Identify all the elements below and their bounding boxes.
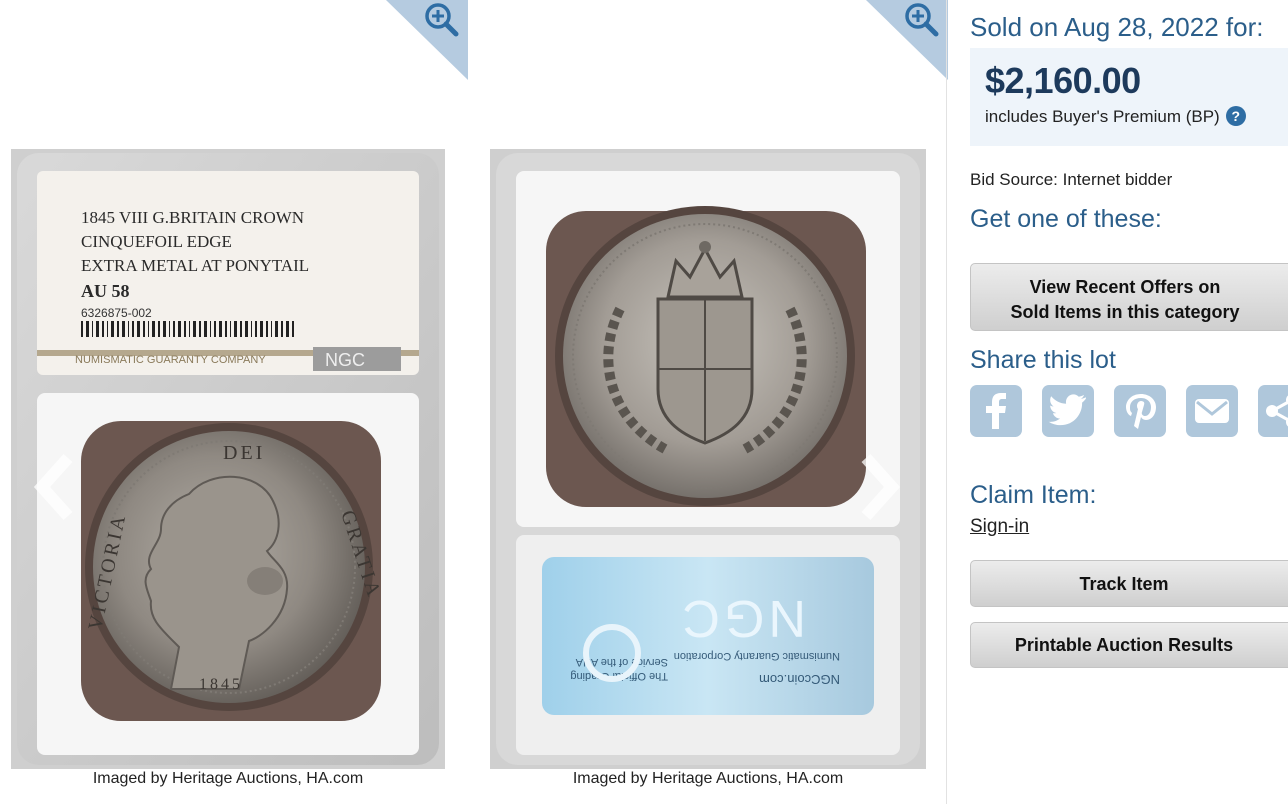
view-offers-line-2: Sold Items in this category bbox=[1010, 302, 1240, 322]
label-line-1: 1845 VIII G.BRITAIN CROWN bbox=[81, 208, 304, 227]
view-recent-offers-button[interactable]: View Recent Offers on Sold Items in this… bbox=[970, 263, 1288, 331]
track-item-button[interactable]: Track Item bbox=[970, 560, 1288, 607]
twitter-icon[interactable] bbox=[1042, 385, 1094, 437]
next-image-arrow-icon[interactable] bbox=[856, 452, 901, 522]
back-image-panel: NGCcoin.com Numismatic Guaranty Corporat… bbox=[480, 0, 948, 804]
bid-source: Bid Source: Internet bidder bbox=[970, 170, 1173, 189]
sidebar-divider bbox=[946, 0, 947, 804]
coin-legend-top: DEI bbox=[223, 442, 265, 464]
share-heading: Share this lot bbox=[970, 346, 1116, 374]
label-line-3: EXTRA METAL AT PONYTAIL bbox=[81, 256, 309, 275]
ngc-logo: NGC bbox=[325, 350, 365, 370]
zoom-icon[interactable] bbox=[386, 0, 468, 80]
grading-company: NUMISMATIC GUARANTY COMPANY bbox=[75, 354, 266, 366]
price-box: $2,160.00 includes Buyer's Premium (BP)? bbox=[970, 48, 1288, 146]
grade-label: AU 58 bbox=[81, 281, 130, 301]
view-offers-line-1: View Recent Offers on bbox=[1029, 277, 1221, 297]
buyers-premium-text: includes Buyer's Premium (BP) bbox=[985, 107, 1220, 126]
buyers-premium-note: includes Buyer's Premium (BP)? bbox=[985, 106, 1246, 127]
email-icon[interactable] bbox=[1186, 385, 1238, 437]
front-image-panel: 1845 VIII G.BRITAIN CROWN CINQUEFOIL EDG… bbox=[0, 0, 468, 804]
zoom-icon[interactable] bbox=[866, 0, 948, 80]
help-icon[interactable]: ? bbox=[1225, 106, 1246, 126]
back-image-caption: Imaged by Heritage Auctions, HA.com bbox=[572, 770, 844, 787]
previous-image-arrow-icon[interactable] bbox=[33, 452, 78, 522]
coin-date: 1845 bbox=[199, 676, 243, 693]
sign-in-link[interactable]: Sign-in bbox=[970, 516, 1029, 538]
hologram-line-1: NGCcoin.com bbox=[759, 672, 840, 687]
pinterest-icon[interactable] bbox=[1114, 385, 1166, 437]
label-line-2: CINQUEFOIL EDGE bbox=[81, 232, 232, 251]
hologram-ngc-logo: NGC bbox=[678, 589, 806, 647]
printable-auction-results-button[interactable]: Printable Auction Results bbox=[970, 622, 1288, 668]
get-one-heading: Get one of these: bbox=[970, 205, 1162, 233]
facebook-icon[interactable] bbox=[970, 385, 1022, 437]
claim-item-heading: Claim Item: bbox=[970, 481, 1097, 509]
cert-number: 6326875-002 bbox=[81, 306, 152, 320]
share-buttons bbox=[970, 385, 1288, 437]
front-image-caption: Imaged by Heritage Auctions, HA.com bbox=[92, 770, 364, 787]
hologram-line-2: Numismatic Guaranty Corporation bbox=[674, 650, 840, 662]
share-icon[interactable] bbox=[1258, 385, 1288, 437]
sold-price: $2,160.00 bbox=[985, 60, 1141, 101]
sold-on-heading: Sold on Aug 28, 2022 for: bbox=[970, 12, 1264, 42]
